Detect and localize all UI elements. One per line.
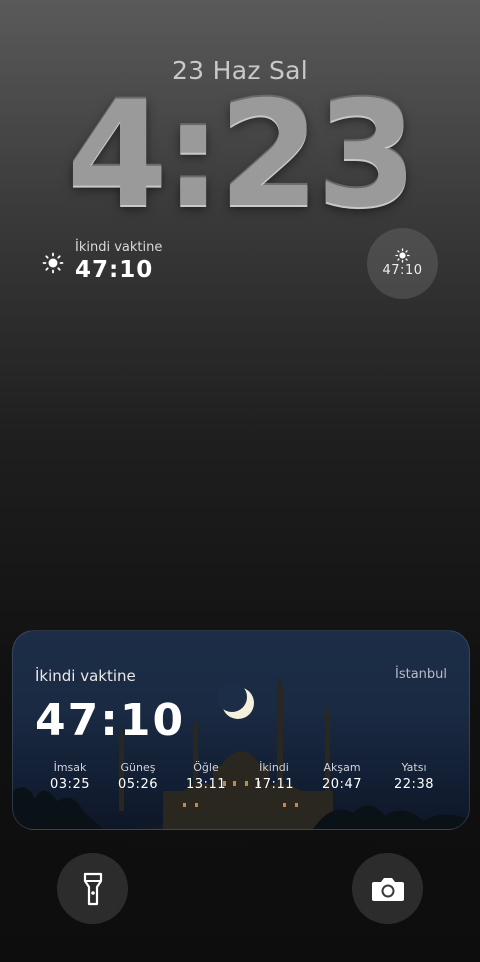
prayer-name: Öğle <box>193 761 219 774</box>
prayer-time-imsak: İmsak 03:25 <box>35 761 105 792</box>
prayer-name: Yatsı <box>401 761 427 774</box>
camera-button[interactable] <box>352 853 423 924</box>
prayer-time: 20:47 <box>322 777 362 792</box>
prayer-time-ikindi: İkindi 17:11 <box>239 761 309 792</box>
prayer-inline-widget[interactable]: İkindi vaktine 47:10 <box>42 240 242 288</box>
card-title: İkindi vaktine <box>35 667 136 685</box>
prayer-inline-countdown: 47:10 <box>75 257 154 283</box>
prayer-time-ogle: Öğle 13:11 <box>171 761 241 792</box>
camera-icon <box>371 877 404 901</box>
prayer-name: Güneş <box>120 761 156 774</box>
lockscreen-clock: 4:23 <box>66 70 417 240</box>
prayer-time-aksam: Akşam 20:47 <box>307 761 377 792</box>
prayer-times-card[interactable]: İkindi vaktine İstanbul 47:10 İmsak 03:2… <box>12 630 470 830</box>
prayer-name: İmsak <box>53 761 87 774</box>
sun-icon <box>42 252 64 274</box>
sun-icon <box>395 248 410 263</box>
prayer-time-gunes: Güneş 05:26 <box>103 761 173 792</box>
prayer-name: Akşam <box>323 761 361 774</box>
prayer-time: 05:26 <box>118 777 158 792</box>
prayer-name: İkindi <box>259 761 289 774</box>
flashlight-icon <box>83 872 102 905</box>
prayer-time: 03:25 <box>50 777 90 792</box>
prayer-inline-label: İkindi vaktine <box>75 240 163 255</box>
prayer-time: 13:11 <box>186 777 226 792</box>
prayer-time-yatsi: Yatsı 22:38 <box>379 761 449 792</box>
prayer-time: 22:38 <box>394 777 434 792</box>
card-countdown: 47:10 <box>35 695 186 746</box>
card-city: İstanbul <box>394 667 447 682</box>
prayer-circular-countdown: 47:10 <box>382 263 423 278</box>
prayer-circular-widget[interactable]: 47:10 <box>367 228 438 299</box>
prayer-times-row: İmsak 03:25 Güneş 05:26 Öğle 13:11 İkind… <box>35 761 455 801</box>
prayer-time: 17:11 <box>254 777 294 792</box>
flashlight-button[interactable] <box>57 853 128 924</box>
